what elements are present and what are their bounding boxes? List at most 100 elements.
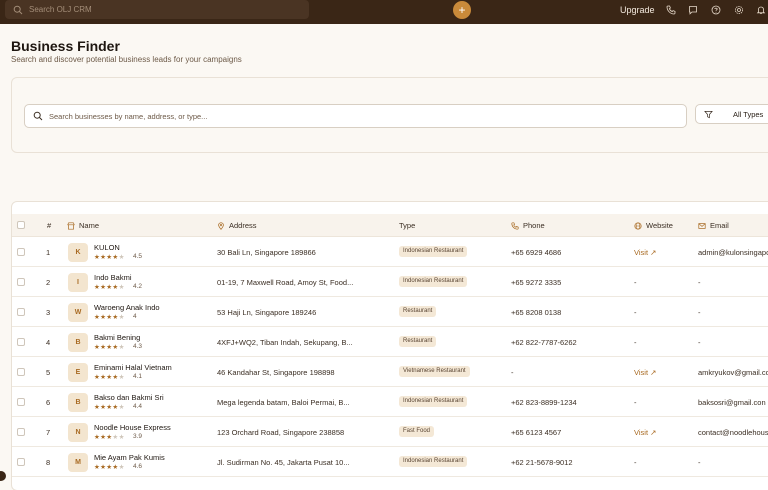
- type-filter-dropdown[interactable]: All Types: [695, 104, 768, 124]
- type-badge: Vietnamese Restaurant: [399, 366, 470, 377]
- business-address: 30 Bali Ln, Singapore 189866: [217, 248, 316, 257]
- business-phone: -: [511, 368, 514, 377]
- table-row[interactable]: 4 B Bakmi Bening ★★★★★ 4.3 4XFJ+WQ2, Tiban In…: [12, 327, 768, 357]
- row-checkbox[interactable]: [17, 368, 25, 376]
- type-badge: Indonesian Restaurant: [399, 396, 468, 407]
- business-email: amkryukov@gmail.com: [698, 368, 768, 377]
- map-pin-icon: [218, 221, 224, 230]
- column-header-phone-label: Phone: [523, 221, 545, 230]
- row-index: 7: [46, 428, 51, 437]
- row-checkbox[interactable]: [17, 278, 25, 286]
- business-phone: +65 8208 0138: [511, 308, 562, 317]
- rating-value: 4.2: [133, 283, 143, 290]
- table-row[interactable]: 7 N Noodle House Express ★★★★★ 3.9 123 Orchar…: [12, 417, 768, 447]
- row-index: 6: [46, 398, 51, 407]
- search-icon: [13, 5, 23, 14]
- business-name[interactable]: KULON: [94, 243, 120, 252]
- website-empty: -: [634, 338, 637, 347]
- business-address: 01-19, 7 Maxwell Road, Amoy St, Food...: [217, 278, 354, 287]
- row-checkbox[interactable]: [17, 458, 25, 466]
- website-link[interactable]: Visit ↗: [634, 428, 656, 437]
- business-phone: +65 6929 4686: [511, 248, 562, 257]
- business-address: 123 Orchard Road, Singapore 238858: [217, 428, 345, 437]
- top-bar: Search OLJ CRM + Upgrade: [0, 0, 768, 24]
- business-avatar: N: [68, 423, 88, 442]
- select-all-checkbox[interactable]: [17, 221, 25, 229]
- star-empty-icon: ★: [118, 434, 125, 441]
- rating-stars: ★★★★★: [94, 403, 125, 411]
- row-checkbox[interactable]: [17, 248, 25, 256]
- type-badge: Restaurant: [399, 336, 437, 347]
- rating-value: 4.5: [133, 253, 143, 260]
- table-header: # Name Address Type Phone Website Email: [12, 214, 768, 237]
- star-empty-icon: ★: [118, 374, 125, 381]
- business-phone: +62 822-7787-6262: [511, 338, 577, 347]
- business-name[interactable]: Noodle House Express: [94, 423, 171, 432]
- business-phone: +62 21-5678-9012: [511, 458, 573, 467]
- business-search-input[interactable]: Search businesses by name, address, or t…: [24, 104, 687, 128]
- table-row[interactable]: 1 K KULON ★★★★★ 4.5 30 Bali Ln, Singapore 189…: [12, 237, 768, 267]
- business-email: -: [698, 338, 701, 347]
- row-checkbox[interactable]: [17, 308, 25, 316]
- business-avatar: B: [68, 333, 88, 352]
- row-checkbox[interactable]: [17, 428, 25, 436]
- star-empty-icon: ★: [118, 344, 125, 351]
- message-icon[interactable]: [688, 5, 698, 15]
- table-row[interactable]: 6 B Bakso dan Bakmi Sri ★★★★★ 4.4 Mega legend…: [12, 387, 768, 417]
- phone-icon[interactable]: [666, 5, 676, 15]
- business-address: Jl. Sudirman No. 45, Jakarta Pusat 10...: [217, 458, 350, 467]
- rating-value: 4.6: [133, 463, 143, 470]
- phone-icon: [511, 221, 519, 230]
- business-avatar: B: [68, 393, 88, 412]
- star-empty-icon: ★: [118, 284, 125, 291]
- column-header-address[interactable]: Address: [217, 221, 257, 230]
- business-name[interactable]: Mie Ayam Pak Kumis: [94, 453, 165, 462]
- business-name[interactable]: Indo Bakmi: [94, 273, 132, 282]
- table-row[interactable]: 2 I Indo Bakmi ★★★★★ 4.2 01-19, 7 Maxwell Roa…: [12, 267, 768, 297]
- sidebar-toggle[interactable]: [0, 471, 6, 481]
- column-header-email-label: Email: [710, 221, 729, 230]
- business-email: admin@kulonsingapo: [698, 248, 768, 257]
- column-header-index: #: [47, 221, 52, 230]
- table-row[interactable]: 5 E Eminami Halal Vietnam ★★★★★ 4.1 46 Kandah…: [12, 357, 768, 387]
- business-name[interactable]: Waroeng Anak Indo: [94, 303, 160, 312]
- column-header-email[interactable]: Email: [698, 221, 729, 230]
- rating-value: 4.4: [133, 403, 143, 410]
- business-email: baksosri@gmail.con: [698, 398, 766, 407]
- business-name[interactable]: Eminami Halal Vietnam: [94, 363, 172, 372]
- business-address: 46 Kandahar St, Singapore 198898: [217, 368, 335, 377]
- rating-value: 4: [133, 313, 137, 320]
- website-empty: -: [634, 398, 637, 407]
- column-header-website[interactable]: Website: [634, 221, 673, 230]
- global-search-input[interactable]: Search OLJ CRM: [5, 0, 309, 19]
- website-link[interactable]: Visit ↗: [634, 368, 656, 377]
- business-address: 4XFJ+WQ2, Tiban Indah, Sekupang, B...: [217, 338, 353, 347]
- row-index: 2: [46, 278, 51, 287]
- column-header-phone[interactable]: Phone: [511, 221, 545, 230]
- business-avatar: I: [68, 273, 88, 292]
- business-avatar: W: [68, 303, 88, 322]
- upgrade-button[interactable]: Upgrade: [620, 5, 655, 15]
- table-row[interactable]: 8 M Mie Ayam Pak Kumis ★★★★★ 4.6 Jl. Sudirman…: [12, 447, 768, 477]
- row-checkbox[interactable]: [17, 398, 25, 406]
- type-badge: Indonesian Restaurant: [399, 276, 468, 287]
- rating-stars: ★★★★★: [94, 313, 125, 321]
- help-icon[interactable]: [711, 5, 721, 15]
- rating-stars: ★★★★★: [94, 373, 125, 381]
- table-row[interactable]: 3 W Waroeng Anak Indo ★★★★★ 4 53 Haji Ln, Sin…: [12, 297, 768, 327]
- add-button[interactable]: +: [453, 1, 471, 19]
- rating-stars: ★★★★★: [94, 433, 125, 441]
- settings-icon[interactable]: [734, 5, 744, 15]
- business-name[interactable]: Bakmi Bening: [94, 333, 140, 342]
- website-link[interactable]: Visit ↗: [634, 248, 656, 257]
- star-empty-icon: ★: [118, 464, 125, 471]
- column-header-name[interactable]: Name: [67, 221, 99, 230]
- row-index: 5: [46, 368, 51, 377]
- business-phone: +62 823-8899-1234: [511, 398, 577, 407]
- rating-value: 4.3: [133, 343, 143, 350]
- type-badge: Fast Food: [399, 426, 435, 437]
- business-name[interactable]: Bakso dan Bakmi Sri: [94, 393, 164, 402]
- column-header-type[interactable]: Type: [399, 221, 415, 230]
- bell-icon[interactable]: [756, 5, 766, 15]
- row-checkbox[interactable]: [17, 338, 25, 346]
